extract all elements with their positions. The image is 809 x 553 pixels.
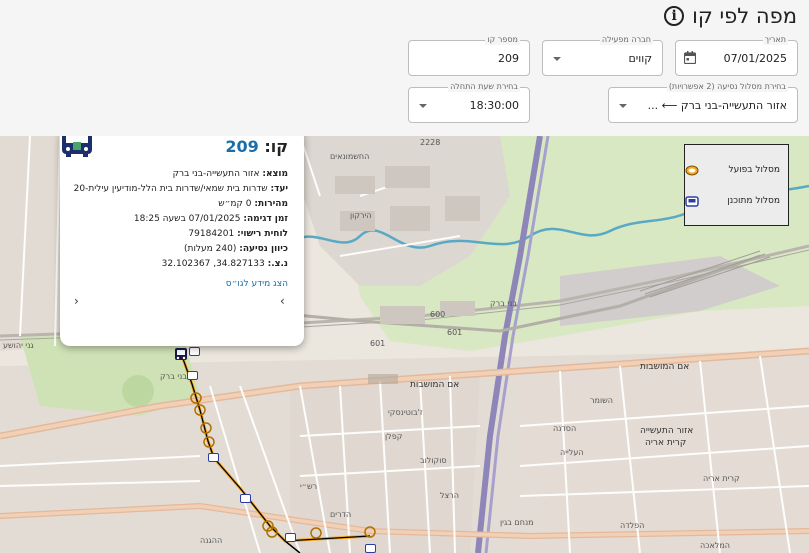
planned-route-icon	[685, 196, 699, 207]
map-label: המלאכה	[700, 541, 731, 550]
popup-speed-value: 0 קמ״ש	[218, 199, 252, 209]
map-label: מנחם בגין	[500, 518, 534, 527]
map-label: הרצל	[440, 491, 460, 500]
map-label: 2228	[420, 138, 441, 147]
popup-gtfs-link[interactable]: הצג מידע לגו״ס	[226, 279, 288, 289]
map-label: סוקולוב	[420, 456, 447, 465]
calendar-icon[interactable]	[684, 51, 696, 64]
bus-info-popup: קו: 209 מוצא: אזור התעשייה-בני ברק יעד: …	[60, 136, 304, 346]
popup-bearing: כיוון נסיעה: (240 מעלות)	[184, 244, 288, 254]
popup-dest-label: יעד:	[270, 184, 288, 194]
popup-sample-time: זמן דגימה: 07/01/2025 בשעה 18:25	[134, 214, 288, 224]
map-label: רש״י	[300, 482, 318, 491]
page-title: מפה לפי קו i	[664, 4, 797, 28]
planned-stop-icon[interactable]	[365, 544, 376, 553]
line-number-label: מספר קו	[485, 35, 520, 45]
popup-sample-label: זמן דגימה:	[243, 214, 288, 224]
map-label: 601	[370, 339, 386, 348]
bus-location-icon[interactable]	[174, 347, 188, 363]
line-number-value: 209	[498, 52, 519, 65]
planned-stop-icon[interactable]	[285, 533, 296, 542]
popup-origin: מוצא: אזור התעשייה-בני ברק	[173, 169, 288, 179]
chevron-down-icon[interactable]	[419, 104, 427, 108]
route-direction-select[interactable]: בחירת מסלול נסיעה (2 אפשרויות) אזור התעש…	[608, 82, 798, 123]
popup-bearing-value: (240 מעלות)	[184, 244, 237, 254]
legend-planned: מסלול מתוכנן	[727, 196, 780, 206]
date-field[interactable]: תאריך 07/01/2025	[675, 35, 798, 76]
map-label: הסדנה	[553, 424, 577, 433]
route-direction-label: בחירת מסלול נסיעה (2 אפשרויות)	[666, 82, 788, 92]
title-text: מפה לפי קו	[692, 4, 797, 28]
planned-stop-icon[interactable]	[208, 453, 219, 462]
planned-stop-icon[interactable]	[187, 371, 198, 380]
operator-select[interactable]: חברה מפעילה קווים	[542, 35, 663, 76]
map-canvas[interactable]: 600 601 601 2228 אם המושבות אם המושבות א…	[0, 136, 809, 553]
popup-prev-button[interactable]: ‹	[74, 294, 79, 308]
legend-actual-label: מסלול בפועל	[728, 165, 780, 175]
chevron-down-icon[interactable]	[553, 57, 561, 61]
map-label: בני ברק	[490, 299, 517, 308]
map-label: אם המושבות	[410, 380, 460, 390]
map-label: הירקון	[350, 211, 372, 220]
map-label: 601	[447, 328, 463, 337]
info-icon[interactable]: i	[664, 6, 685, 26]
start-time-value: 18:30:00	[469, 99, 519, 112]
popup-coordinates: נ.צ.: 34.827133, 32.102367	[162, 259, 288, 269]
popup-origin-value: אזור התעשייה-בני ברק	[172, 169, 260, 179]
map-label: ז'בוטינסקי	[388, 408, 423, 417]
popup-sample-value: 07/01/2025 בשעה 18:25	[133, 214, 241, 224]
popup-dest-value: שדרות בית שמאי/שדרות בית הלל-מודיעין עיל…	[73, 184, 268, 194]
popup-next-button[interactable]: ›	[280, 294, 285, 308]
legend-actual: מסלול בפועל	[728, 165, 780, 175]
date-field-value: 07/01/2025	[723, 52, 787, 65]
popup-speed: מהירות: 0 קמ״ש	[218, 199, 288, 209]
popup-title-prefix: קו:	[264, 137, 288, 156]
map-label: השומר	[590, 396, 614, 405]
popup-plate-label: לוחית רישוי:	[237, 229, 288, 239]
line-number-input[interactable]: מספר קו 209	[408, 35, 530, 76]
popup-plate: לוחית רישוי: 79184201	[188, 229, 288, 239]
start-time-label: בחירת שעת התחלה	[448, 82, 520, 92]
operator-select-label: חברה מפעילה	[599, 35, 653, 45]
popup-tail	[173, 336, 189, 346]
popup-plate-value: 79184201	[188, 229, 235, 239]
popup-origin-label: מוצא:	[262, 169, 288, 179]
popup-coords-label: נ.צ.:	[267, 259, 288, 269]
legend-planned-label: מסלול מתוכנן	[727, 196, 780, 206]
actual-route-icon	[685, 165, 699, 176]
planned-stop-icon[interactable]	[189, 347, 200, 356]
map-label: אזור התעשייה	[640, 426, 694, 436]
map-legend: מסלול בפועל מסלול מתוכנן	[684, 144, 789, 226]
map-label: גני יהושע	[3, 341, 34, 350]
date-field-label: תאריך	[762, 35, 788, 45]
popup-speed-label: מהירות:	[254, 199, 288, 209]
popup-bearing-label: כיוון נסיעה:	[239, 244, 288, 254]
map-label: הפלדה	[620, 521, 645, 530]
map-label: קרית אריה	[703, 474, 740, 483]
map-label: העלייה	[560, 448, 584, 457]
filter-header: מפה לפי קו i תאריך 07/01/2025 חברה מפעיל…	[0, 0, 809, 136]
map-label: הדרים	[330, 510, 352, 519]
map-label: החשמונאים	[330, 152, 370, 161]
map-label: בני ברק	[160, 372, 187, 381]
popup-coords-value: 34.827133, 32.102367	[161, 259, 265, 269]
map-label: ההגנה	[200, 536, 223, 545]
map-label: קפלן	[385, 432, 403, 441]
popup-line-number: 209	[225, 137, 259, 156]
chevron-down-icon[interactable]	[619, 104, 627, 108]
planned-stop-icon[interactable]	[240, 494, 251, 503]
route-direction-value: אזור התעשייה-בני ברק ⟵ ...	[647, 99, 787, 112]
map-label: קרית אריה	[645, 438, 687, 448]
map-label: אם המושבות	[640, 362, 690, 372]
popup-title: קו: 209	[225, 137, 288, 156]
operator-select-value: קווים	[628, 52, 652, 65]
map-label: 600	[430, 310, 446, 319]
bus-icon	[62, 136, 92, 157]
popup-destination: יעד: שדרות בית שמאי/שדרות בית הלל-מודיעי…	[74, 184, 288, 194]
start-time-select[interactable]: בחירת שעת התחלה 18:30:00	[408, 82, 530, 123]
